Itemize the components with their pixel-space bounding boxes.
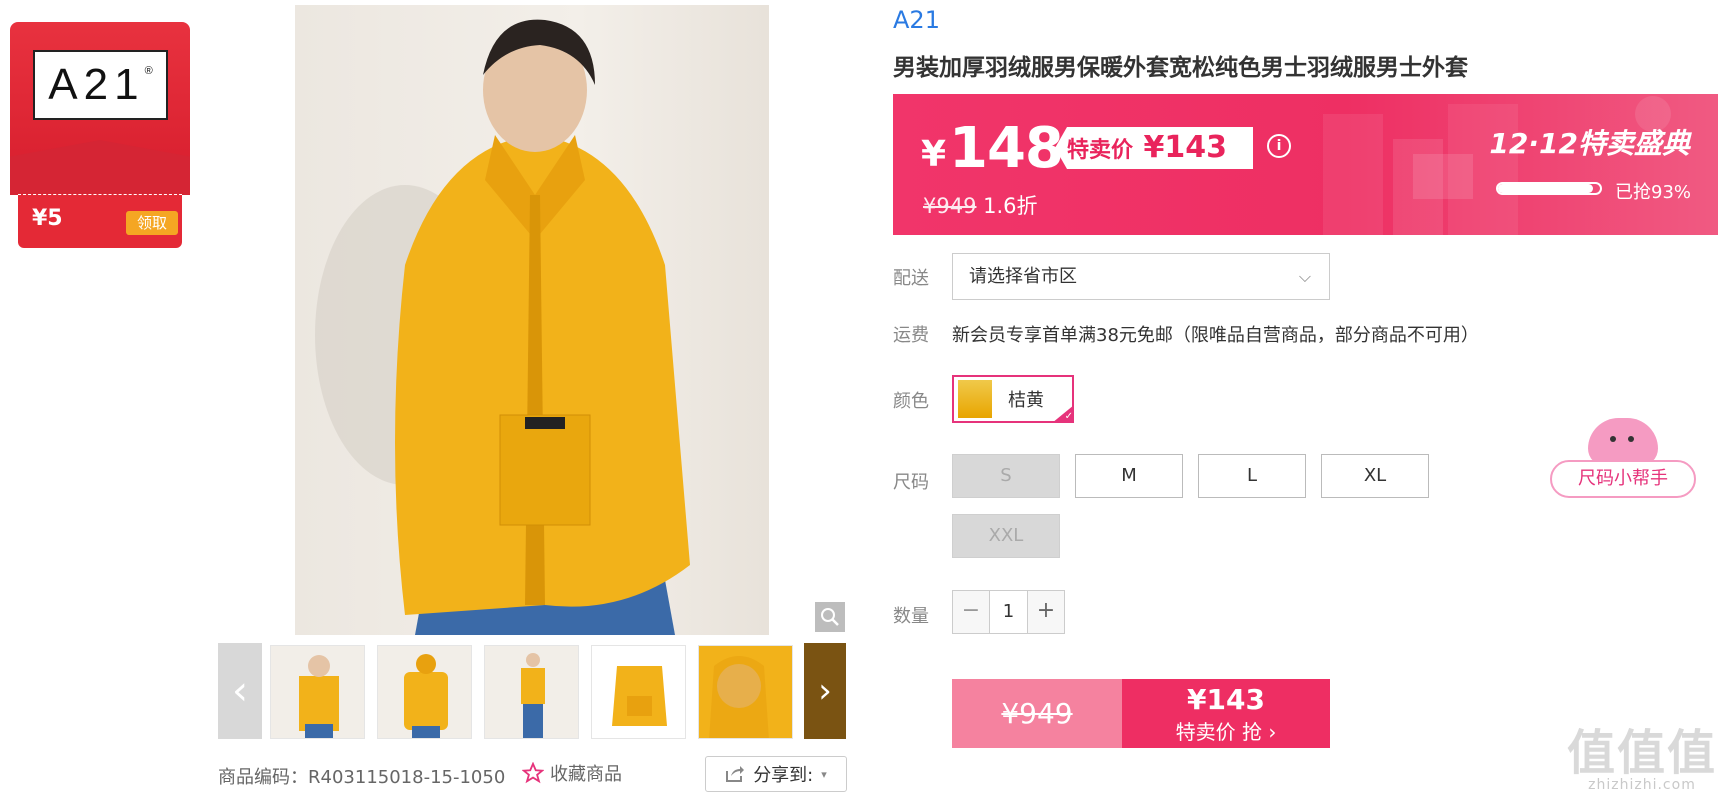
color-label: 颜色	[893, 391, 929, 412]
favorite-button[interactable]: 收藏商品	[522, 760, 622, 786]
watermark: 值值值 zhizhizhi.com	[1567, 729, 1717, 793]
brand-logo: A21 ®	[33, 50, 168, 120]
color-swatch-image	[958, 380, 992, 418]
thumbnail-next-button[interactable]: ›	[804, 643, 846, 739]
brand-coupon[interactable]: A21 ® ¥5 领取	[10, 22, 190, 248]
product-title: 男装加厚羽绒服男保暖外套宽松纯色男士羽绒服男士外套	[893, 55, 1468, 81]
original-price-row: ¥949 1.6折	[923, 190, 1038, 220]
buy-original-price-block: ¥949	[952, 679, 1122, 748]
share-icon	[726, 766, 745, 782]
thumbnail[interactable]	[698, 645, 793, 739]
quantity-label: 数量	[893, 606, 929, 627]
thumbnail[interactable]	[591, 645, 686, 739]
quantity-value[interactable]: 1	[989, 591, 1028, 633]
product-sku: 商品编码：R403115018-15-1050	[218, 767, 506, 788]
main-product-image[interactable]	[295, 5, 769, 635]
price-banner: ¥ 148 特卖价 ¥143 i ¥949 1.6折 12·12特卖盛典 已抢9…	[893, 94, 1718, 235]
buy-label: 特卖价 抢 ›	[1175, 720, 1277, 744]
color-option-label: 桔黄	[1008, 390, 1044, 411]
thumbnail-image	[299, 655, 339, 738]
buy-original-price: ¥949	[1001, 697, 1073, 730]
thumbnail-prev-button[interactable]: ‹	[218, 643, 262, 739]
thumbnail-image	[699, 646, 792, 738]
claim-coupon-button[interactable]: 领取	[126, 211, 178, 235]
quantity-decrease-button[interactable]: −	[953, 591, 989, 633]
quantity-stepper: − 1 +	[952, 590, 1065, 634]
chevron-down-icon: ⌵	[1298, 267, 1311, 286]
size-helper-label: 尺码小帮手	[1550, 460, 1696, 498]
chevron-right-icon: ›	[818, 671, 832, 711]
buy-price: ¥143	[1187, 683, 1265, 716]
thumbnail[interactable]	[377, 645, 472, 739]
thumbnail-image	[404, 654, 448, 738]
sold-progress-fill	[1498, 184, 1593, 193]
info-icon[interactable]: i	[1267, 134, 1291, 158]
coupon-amount: ¥5	[32, 206, 63, 231]
chevron-left-icon: ‹	[232, 668, 248, 714]
share-label: 分享到:	[753, 765, 814, 786]
color-option-orange[interactable]: 桔黄 ✓	[952, 375, 1074, 423]
star-icon	[522, 762, 544, 784]
current-price: 148	[949, 116, 1064, 181]
buy-button[interactable]: ¥949 ¥143 特卖价 抢 ›	[952, 679, 1330, 748]
region-select-value: 请选择省市区	[969, 266, 1077, 287]
size-option-m[interactable]: M	[1075, 454, 1183, 498]
sold-percent-label: 已抢93%	[1615, 182, 1692, 203]
mascot-icon	[1588, 418, 1658, 466]
size-option-xxl[interactable]: XXL	[952, 514, 1060, 558]
size-option-s[interactable]: S	[952, 454, 1060, 498]
size-option-xl[interactable]: XL	[1321, 454, 1429, 498]
chevron-down-icon: ▾	[821, 767, 827, 781]
delivery-label: 配送	[893, 268, 929, 289]
buy-now-block[interactable]: ¥143 特卖价 抢 ›	[1122, 679, 1330, 748]
original-price: ¥949	[923, 194, 977, 218]
event-title: 12·12特卖盛典	[1489, 127, 1690, 160]
special-price-label: 特卖价	[1067, 138, 1134, 163]
brand-link[interactable]: A21	[893, 6, 940, 34]
thumbnail-image	[592, 646, 685, 738]
price-currency: ¥	[921, 134, 947, 175]
size-helper-button[interactable]: 尺码小帮手	[1550, 418, 1696, 500]
thumbnail-image	[521, 653, 545, 738]
thumbnail[interactable]	[270, 645, 365, 739]
size-label: 尺码	[893, 472, 929, 493]
check-icon: ✓	[1052, 405, 1074, 423]
thumbnail[interactable]	[484, 645, 579, 739]
region-select[interactable]: 请选择省市区 ⌵	[952, 253, 1330, 300]
share-button[interactable]: 分享到: ▾	[705, 756, 847, 792]
zoom-icon[interactable]	[815, 602, 845, 632]
discount-rate: 1.6折	[983, 194, 1038, 218]
brand-logo-text: A21	[48, 60, 145, 109]
special-price-value: ¥143	[1143, 130, 1227, 165]
quantity-increase-button[interactable]: +	[1028, 591, 1064, 633]
watermark-logo: 值值值	[1566, 725, 1717, 781]
shipping-label: 运费	[893, 325, 929, 346]
sold-progress-bar	[1496, 182, 1602, 195]
favorite-label: 收藏商品	[550, 764, 622, 785]
model-jacket-photo	[315, 19, 690, 635]
registered-mark: ®	[144, 65, 153, 77]
size-option-l[interactable]: L	[1198, 454, 1306, 498]
special-price-tag: 特卖价 ¥143	[1055, 127, 1253, 169]
shipping-text: 新会员专享首单满38元免邮（限唯品自营商品，部分商品不可用）	[952, 325, 1479, 346]
